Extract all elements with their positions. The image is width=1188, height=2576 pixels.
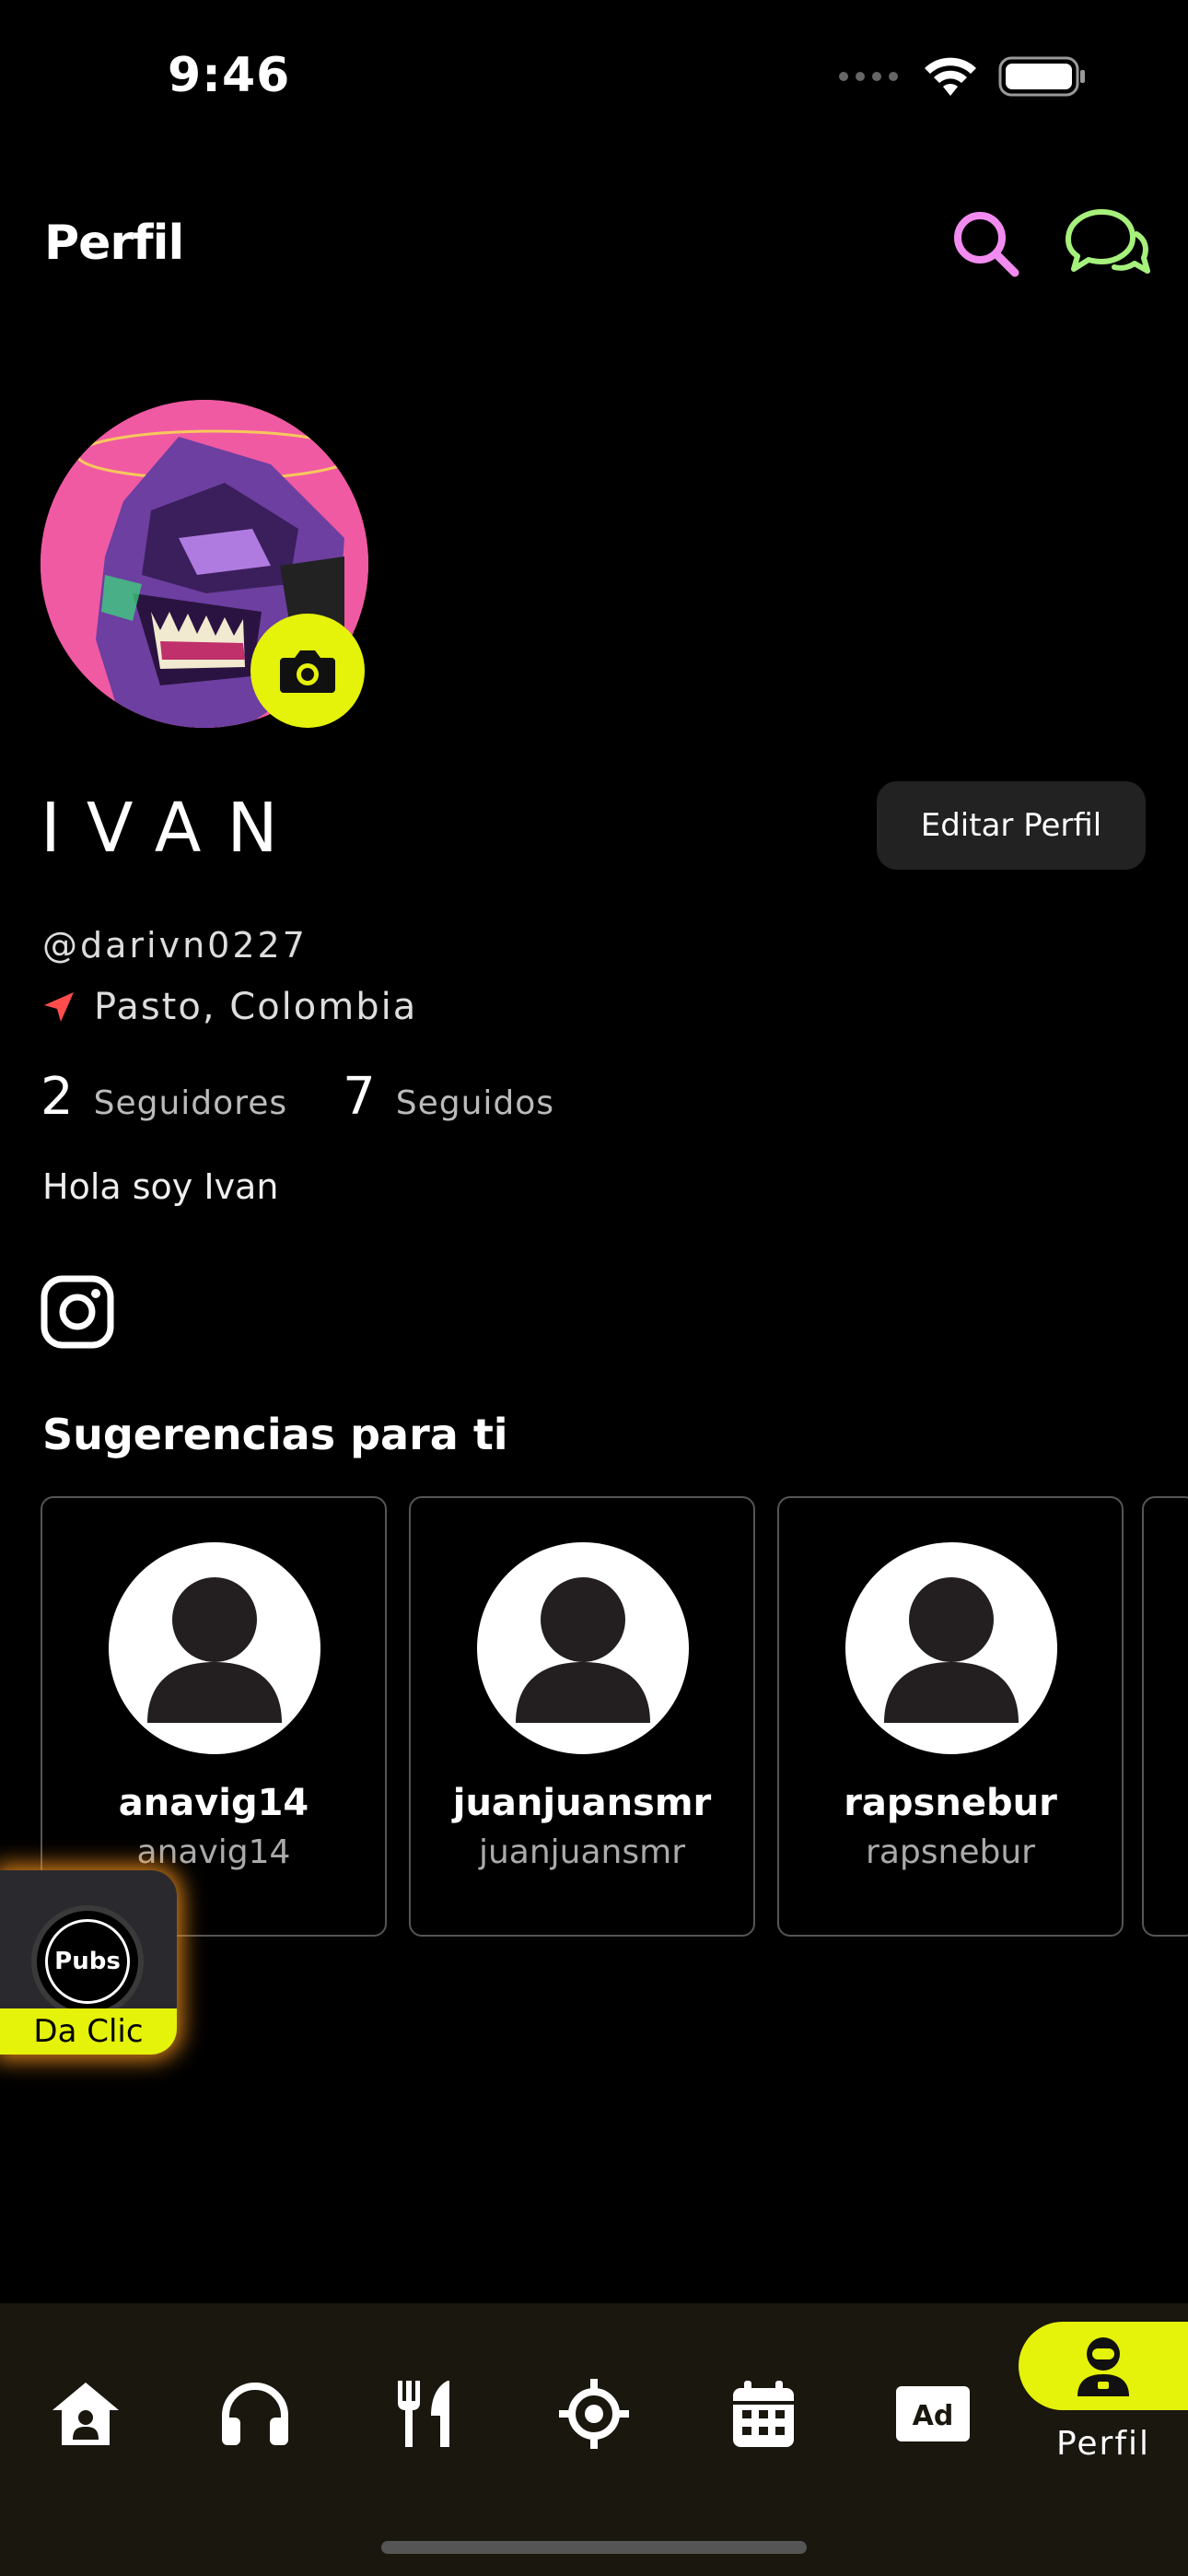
nav-location[interactable] — [543, 2359, 645, 2469]
home-indicator — [381, 2541, 807, 2554]
status-bar: 9:46 — [0, 0, 1188, 157]
profile-icon — [1077, 2337, 1129, 2396]
suggestion-avatar — [109, 1542, 320, 1754]
ad-icon: Ad — [896, 2386, 970, 2441]
utensils-icon — [398, 2381, 449, 2447]
user-placeholder-icon — [884, 1577, 1019, 1723]
search-icon — [954, 212, 1019, 277]
status-time: 9:46 — [168, 48, 291, 103]
nav-profile-label: Perfil — [1055, 2425, 1151, 2463]
suggestion-avatar — [477, 1542, 689, 1754]
suggestion-card[interactable]: rapsnebur rapsnebur — [777, 1496, 1124, 1937]
messages-button[interactable] — [1059, 203, 1151, 286]
suggestion-card-partial[interactable] — [1142, 1496, 1188, 1937]
chat-bubbles-icon — [1066, 209, 1150, 274]
edit-profile-button[interactable]: Editar Perfil — [877, 781, 1146, 870]
calendar-icon — [733, 2381, 794, 2447]
pubs-logo: Pubs — [31, 1905, 144, 2018]
followers-count[interactable]: 2 — [41, 1067, 74, 1127]
profile-avatar-container — [41, 400, 368, 728]
nav-music[interactable] — [204, 2359, 306, 2469]
suggestions-list: anavig14 anavig14 juanjuansmr juanjuansm… — [41, 1496, 1188, 1938]
target-icon — [559, 2379, 629, 2449]
profile-handle: @darivn0227 — [42, 925, 308, 966]
headphones-icon — [222, 2383, 288, 2445]
following-label[interactable]: Seguidos — [396, 1084, 554, 1122]
nav-food[interactable] — [374, 2359, 475, 2469]
bottom-nav: Ad Perfil — [0, 2303, 1188, 2576]
followers-label[interactable]: Seguidores — [94, 1084, 287, 1122]
pubs-cta: Da Clic — [0, 2008, 177, 2055]
suggestion-name: rapsnebur — [844, 1782, 1057, 1824]
nav-ads[interactable]: Ad — [882, 2359, 984, 2469]
instagram-icon — [41, 1275, 114, 1349]
profile-location: Pasto, Colombia — [42, 986, 417, 1028]
app-header: Perfil — [0, 203, 1188, 313]
suggestion-card[interactable]: juanjuansmr juanjuansmr — [409, 1496, 755, 1937]
signal-icon — [839, 72, 898, 81]
nav-events[interactable] — [713, 2359, 814, 2469]
profile-name: IVAN — [41, 789, 304, 868]
camera-icon — [280, 650, 335, 693]
svg-text:Ad: Ad — [913, 2400, 954, 2432]
suggestion-username: rapsnebur — [866, 1833, 1035, 1871]
suggestion-avatar — [845, 1542, 1057, 1754]
home-icon — [52, 2383, 119, 2445]
suggestion-username: juanjuansmr — [478, 1833, 685, 1871]
change-photo-button[interactable] — [250, 614, 365, 728]
profile-bio: Hola soy Ivan — [42, 1166, 279, 1207]
suggestions-title: Sugerencias para ti — [42, 1410, 508, 1459]
suggestion-name: juanjuansmr — [452, 1782, 712, 1824]
search-button[interactable] — [949, 203, 1022, 286]
pubs-logo-text: Pubs — [45, 1919, 130, 2004]
nav-home[interactable] — [35, 2359, 136, 2469]
user-placeholder-icon — [516, 1577, 650, 1723]
user-placeholder-icon — [147, 1577, 282, 1723]
nav-profile[interactable] — [1019, 2322, 1188, 2410]
pubs-floating-button[interactable]: Pubs Da Clic — [0, 1870, 177, 2055]
status-indicators — [838, 55, 1087, 98]
battery-icon — [998, 56, 1085, 97]
location-text: Pasto, Colombia — [94, 986, 418, 1028]
page-title: Perfil — [44, 216, 184, 271]
location-arrow-icon — [44, 992, 74, 1022]
instagram-link[interactable] — [41, 1275, 114, 1349]
following-count[interactable]: 7 — [343, 1067, 376, 1127]
suggestion-name: anavig14 — [118, 1782, 309, 1824]
suggestion-username: anavig14 — [136, 1833, 291, 1871]
profile-stats: 2 Seguidores 7 Seguidos — [41, 1067, 554, 1127]
wifi-icon — [925, 57, 976, 96]
